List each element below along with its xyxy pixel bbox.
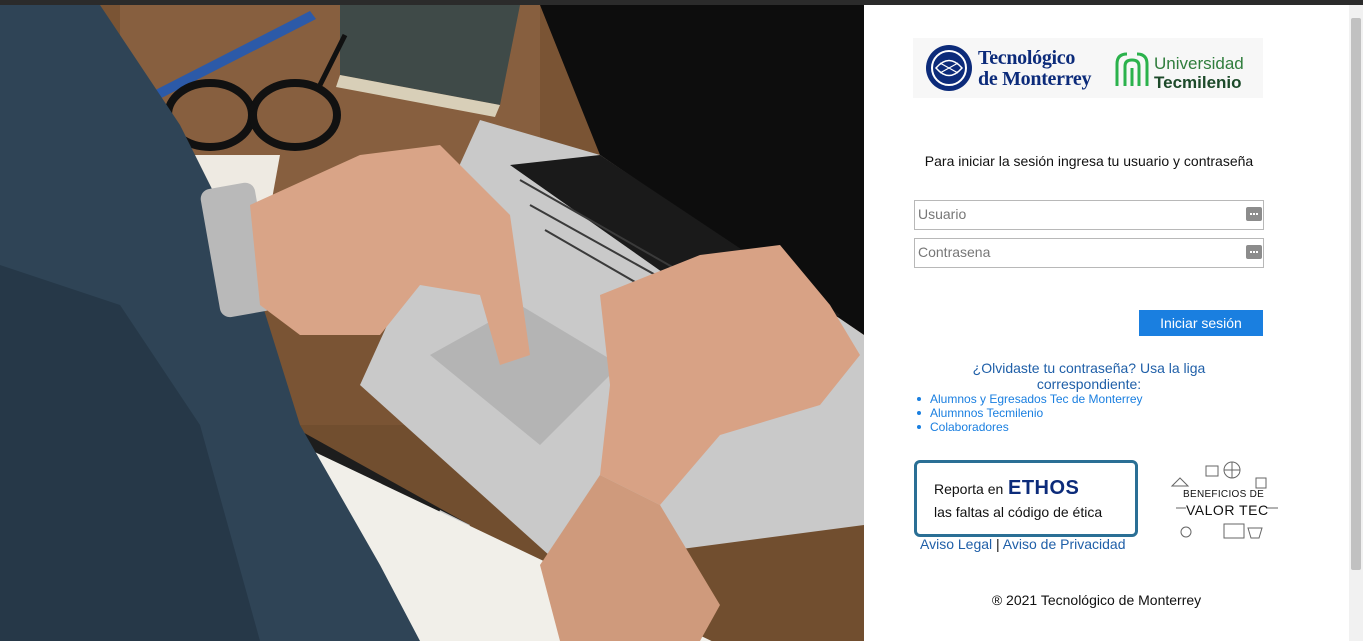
- tecmilenio-wordmark: Universidad Tecmilenio: [1154, 54, 1244, 92]
- ethos-line2-text: las faltas al código de ética: [934, 504, 1103, 520]
- recovery-link-alumnos-tec[interactable]: Alumnos y Egresados Tec de Monterrey: [917, 392, 1143, 406]
- password-manager-key-icon[interactable]: [1246, 207, 1262, 221]
- tec-wordmark-line1: Tecnológico: [978, 47, 1076, 69]
- username-input[interactable]: [918, 204, 1238, 224]
- recovery-link-tecmilenio[interactable]: Alumnnos Tecmilenio: [917, 406, 1143, 420]
- password-manager-key-icon[interactable]: [1246, 245, 1262, 259]
- password-field[interactable]: [914, 238, 1264, 268]
- password-recovery-links: Alumnos y Egresados Tec de Monterrey Alu…: [917, 392, 1143, 434]
- login-instructions: Para iniciar la sesión ingresa tu usuari…: [924, 153, 1254, 169]
- scrollbar-thumb[interactable]: [1351, 18, 1361, 570]
- forgot-password-heading: ¿Olvidaste tu contraseña? Usa la liga co…: [972, 360, 1206, 392]
- hero-photo: [0, 5, 864, 641]
- copyright-footer: ® 2021 Tecnológico de Monterrey: [991, 592, 1202, 608]
- ethos-prefix-text: Reporta en: [934, 481, 1004, 497]
- tecmilenio-wordmark-line2: Tecmilenio: [1154, 73, 1242, 92]
- tecmilenio-wordmark-line1: Universidad: [1154, 54, 1244, 73]
- aviso-legal-link[interactable]: Aviso Legal: [920, 536, 992, 552]
- login-button[interactable]: Iniciar sesión: [1139, 310, 1263, 336]
- username-field[interactable]: [914, 200, 1264, 230]
- valor-tec-line2: VALOR TEC: [1186, 502, 1269, 518]
- ethos-brand-text[interactable]: ETHOS: [1008, 477, 1079, 500]
- tecmilenio-mark-icon: [1113, 50, 1151, 88]
- recovery-link-colaboradores[interactable]: Colaboradores: [917, 420, 1143, 434]
- password-input[interactable]: [918, 242, 1238, 262]
- valor-tec-line1: BENEFICIOS DE: [1183, 489, 1265, 500]
- legal-links: Aviso Legal | Aviso de Privacidad: [920, 536, 1126, 552]
- legal-separator: |: [996, 536, 1000, 552]
- aviso-privacidad-link[interactable]: Aviso de Privacidad: [1003, 536, 1126, 552]
- hero-photo-illustration: [0, 5, 864, 641]
- tec-monterrey-wordmark: Tecnológico de Monterrey: [978, 47, 1092, 90]
- tec-wordmark-line2: de Monterrey: [978, 68, 1092, 90]
- tec-monterrey-seal-icon: [926, 45, 972, 91]
